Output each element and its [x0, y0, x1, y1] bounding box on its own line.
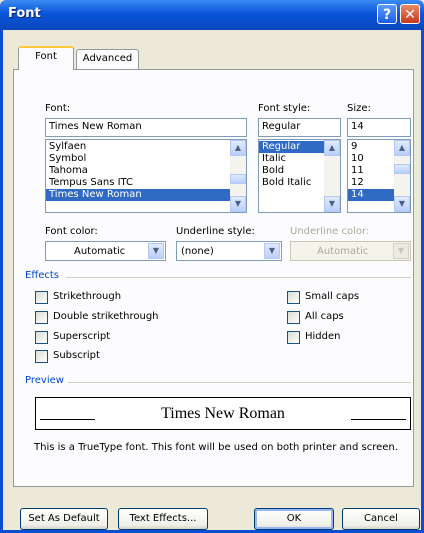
scroll-thumb[interactable]: [230, 174, 246, 184]
font-list-item[interactable]: Symbol: [46, 153, 246, 165]
preview-divider: [68, 382, 411, 383]
double-strikethrough-checkbox[interactable]: [35, 311, 48, 324]
scroll-down-icon[interactable]: ▼: [324, 196, 340, 212]
size-list-item-selected[interactable]: 14: [348, 189, 394, 201]
underline-color-value: Automatic: [317, 246, 369, 257]
font-list-item[interactable]: Sylfaen: [46, 141, 246, 153]
cancel-button[interactable]: Cancel: [342, 508, 420, 530]
underline-color-label: Underline color:: [290, 226, 370, 237]
ok-button[interactable]: OK: [254, 508, 334, 530]
underline-color-select: Automatic ▼: [290, 241, 411, 261]
scroll-up-icon[interactable]: ▲: [394, 140, 410, 156]
strikethrough-label[interactable]: Strikethrough: [53, 291, 121, 302]
preview-box: Times New Roman: [35, 397, 411, 430]
size-listbox[interactable]: 9 10 11 12 14 ▲ ▼: [347, 139, 411, 213]
font-color-value: Automatic: [74, 246, 126, 257]
font-list-item[interactable]: Tempus Sans ITC: [46, 177, 246, 189]
title-bar: [0, 0, 424, 30]
preview-baseline-right: [351, 419, 406, 420]
text-effects-button[interactable]: Text Effects...: [118, 508, 208, 530]
font-listbox[interactable]: Sylfaen Symbol Tahoma Tempus Sans ITC Ti…: [45, 139, 247, 213]
size-label: Size:: [347, 103, 371, 114]
subscript-label[interactable]: Subscript: [53, 350, 100, 361]
chevron-down-icon: ▼: [393, 243, 409, 259]
all-caps-checkbox[interactable]: [287, 311, 300, 324]
tab-advanced-label: Advanced: [82, 53, 133, 64]
small-caps-checkbox[interactable]: [287, 291, 300, 304]
window-title: Font: [8, 6, 41, 21]
effects-divider: [66, 277, 411, 278]
font-scrollbar[interactable]: ▲ ▼: [230, 140, 246, 212]
tab-advanced[interactable]: Advanced: [76, 49, 139, 69]
effects-group-title: Effects: [25, 270, 59, 281]
style-list-item-selected[interactable]: Regular: [259, 141, 324, 153]
subscript-checkbox[interactable]: [35, 350, 48, 363]
style-scrollbar[interactable]: ▲ ▼: [324, 140, 340, 212]
hidden-checkbox[interactable]: [287, 331, 300, 344]
close-button[interactable]: ✕: [400, 4, 420, 24]
font-style-input[interactable]: Regular: [258, 118, 341, 137]
underline-style-value: (none): [181, 246, 214, 257]
double-strikethrough-label[interactable]: Double strikethrough: [53, 311, 159, 322]
chevron-down-icon[interactable]: ▼: [148, 243, 164, 259]
scroll-up-icon[interactable]: ▲: [324, 140, 340, 156]
scroll-down-icon[interactable]: ▼: [394, 196, 410, 212]
scroll-up-icon[interactable]: ▲: [230, 140, 246, 156]
underline-style-select[interactable]: (none) ▼: [176, 241, 282, 261]
size-input[interactable]: 14: [347, 118, 411, 137]
font-list-item-selected[interactable]: Times New Roman: [46, 189, 230, 201]
small-caps-label[interactable]: Small caps: [305, 291, 359, 302]
underline-style-label: Underline style:: [176, 226, 255, 237]
chevron-down-icon[interactable]: ▼: [264, 243, 280, 259]
font-style-label: Font style:: [258, 103, 311, 114]
font-style-listbox[interactable]: Regular Italic Bold Bold Italic ▲ ▼: [258, 139, 341, 213]
tab-font-label: Font: [35, 51, 57, 62]
close-icon: ✕: [404, 7, 416, 23]
preview-description: This is a TrueType font. This font will …: [34, 442, 398, 453]
strikethrough-checkbox[interactable]: [35, 291, 48, 304]
preview-group-title: Preview: [25, 375, 64, 386]
help-button[interactable]: ?: [377, 4, 397, 24]
superscript-checkbox[interactable]: [35, 331, 48, 344]
all-caps-label[interactable]: All caps: [305, 311, 344, 322]
scroll-thumb[interactable]: [394, 164, 410, 174]
preview-sample-text: Times New Roman: [161, 405, 285, 422]
font-color-select[interactable]: Automatic ▼: [45, 241, 166, 261]
font-color-label: Font color:: [45, 226, 98, 237]
font-list-item[interactable]: Tahoma: [46, 165, 246, 177]
help-icon: ?: [382, 7, 392, 23]
font-input[interactable]: Times New Roman: [45, 118, 247, 137]
font-label: Font:: [45, 103, 71, 114]
hidden-label[interactable]: Hidden: [305, 331, 340, 342]
size-scrollbar[interactable]: ▲ ▼: [394, 140, 410, 212]
set-as-default-button[interactable]: Set As Default: [20, 508, 108, 530]
tab-font[interactable]: Font: [18, 46, 74, 70]
superscript-label[interactable]: Superscript: [53, 331, 110, 342]
scroll-down-icon[interactable]: ▼: [230, 196, 246, 212]
